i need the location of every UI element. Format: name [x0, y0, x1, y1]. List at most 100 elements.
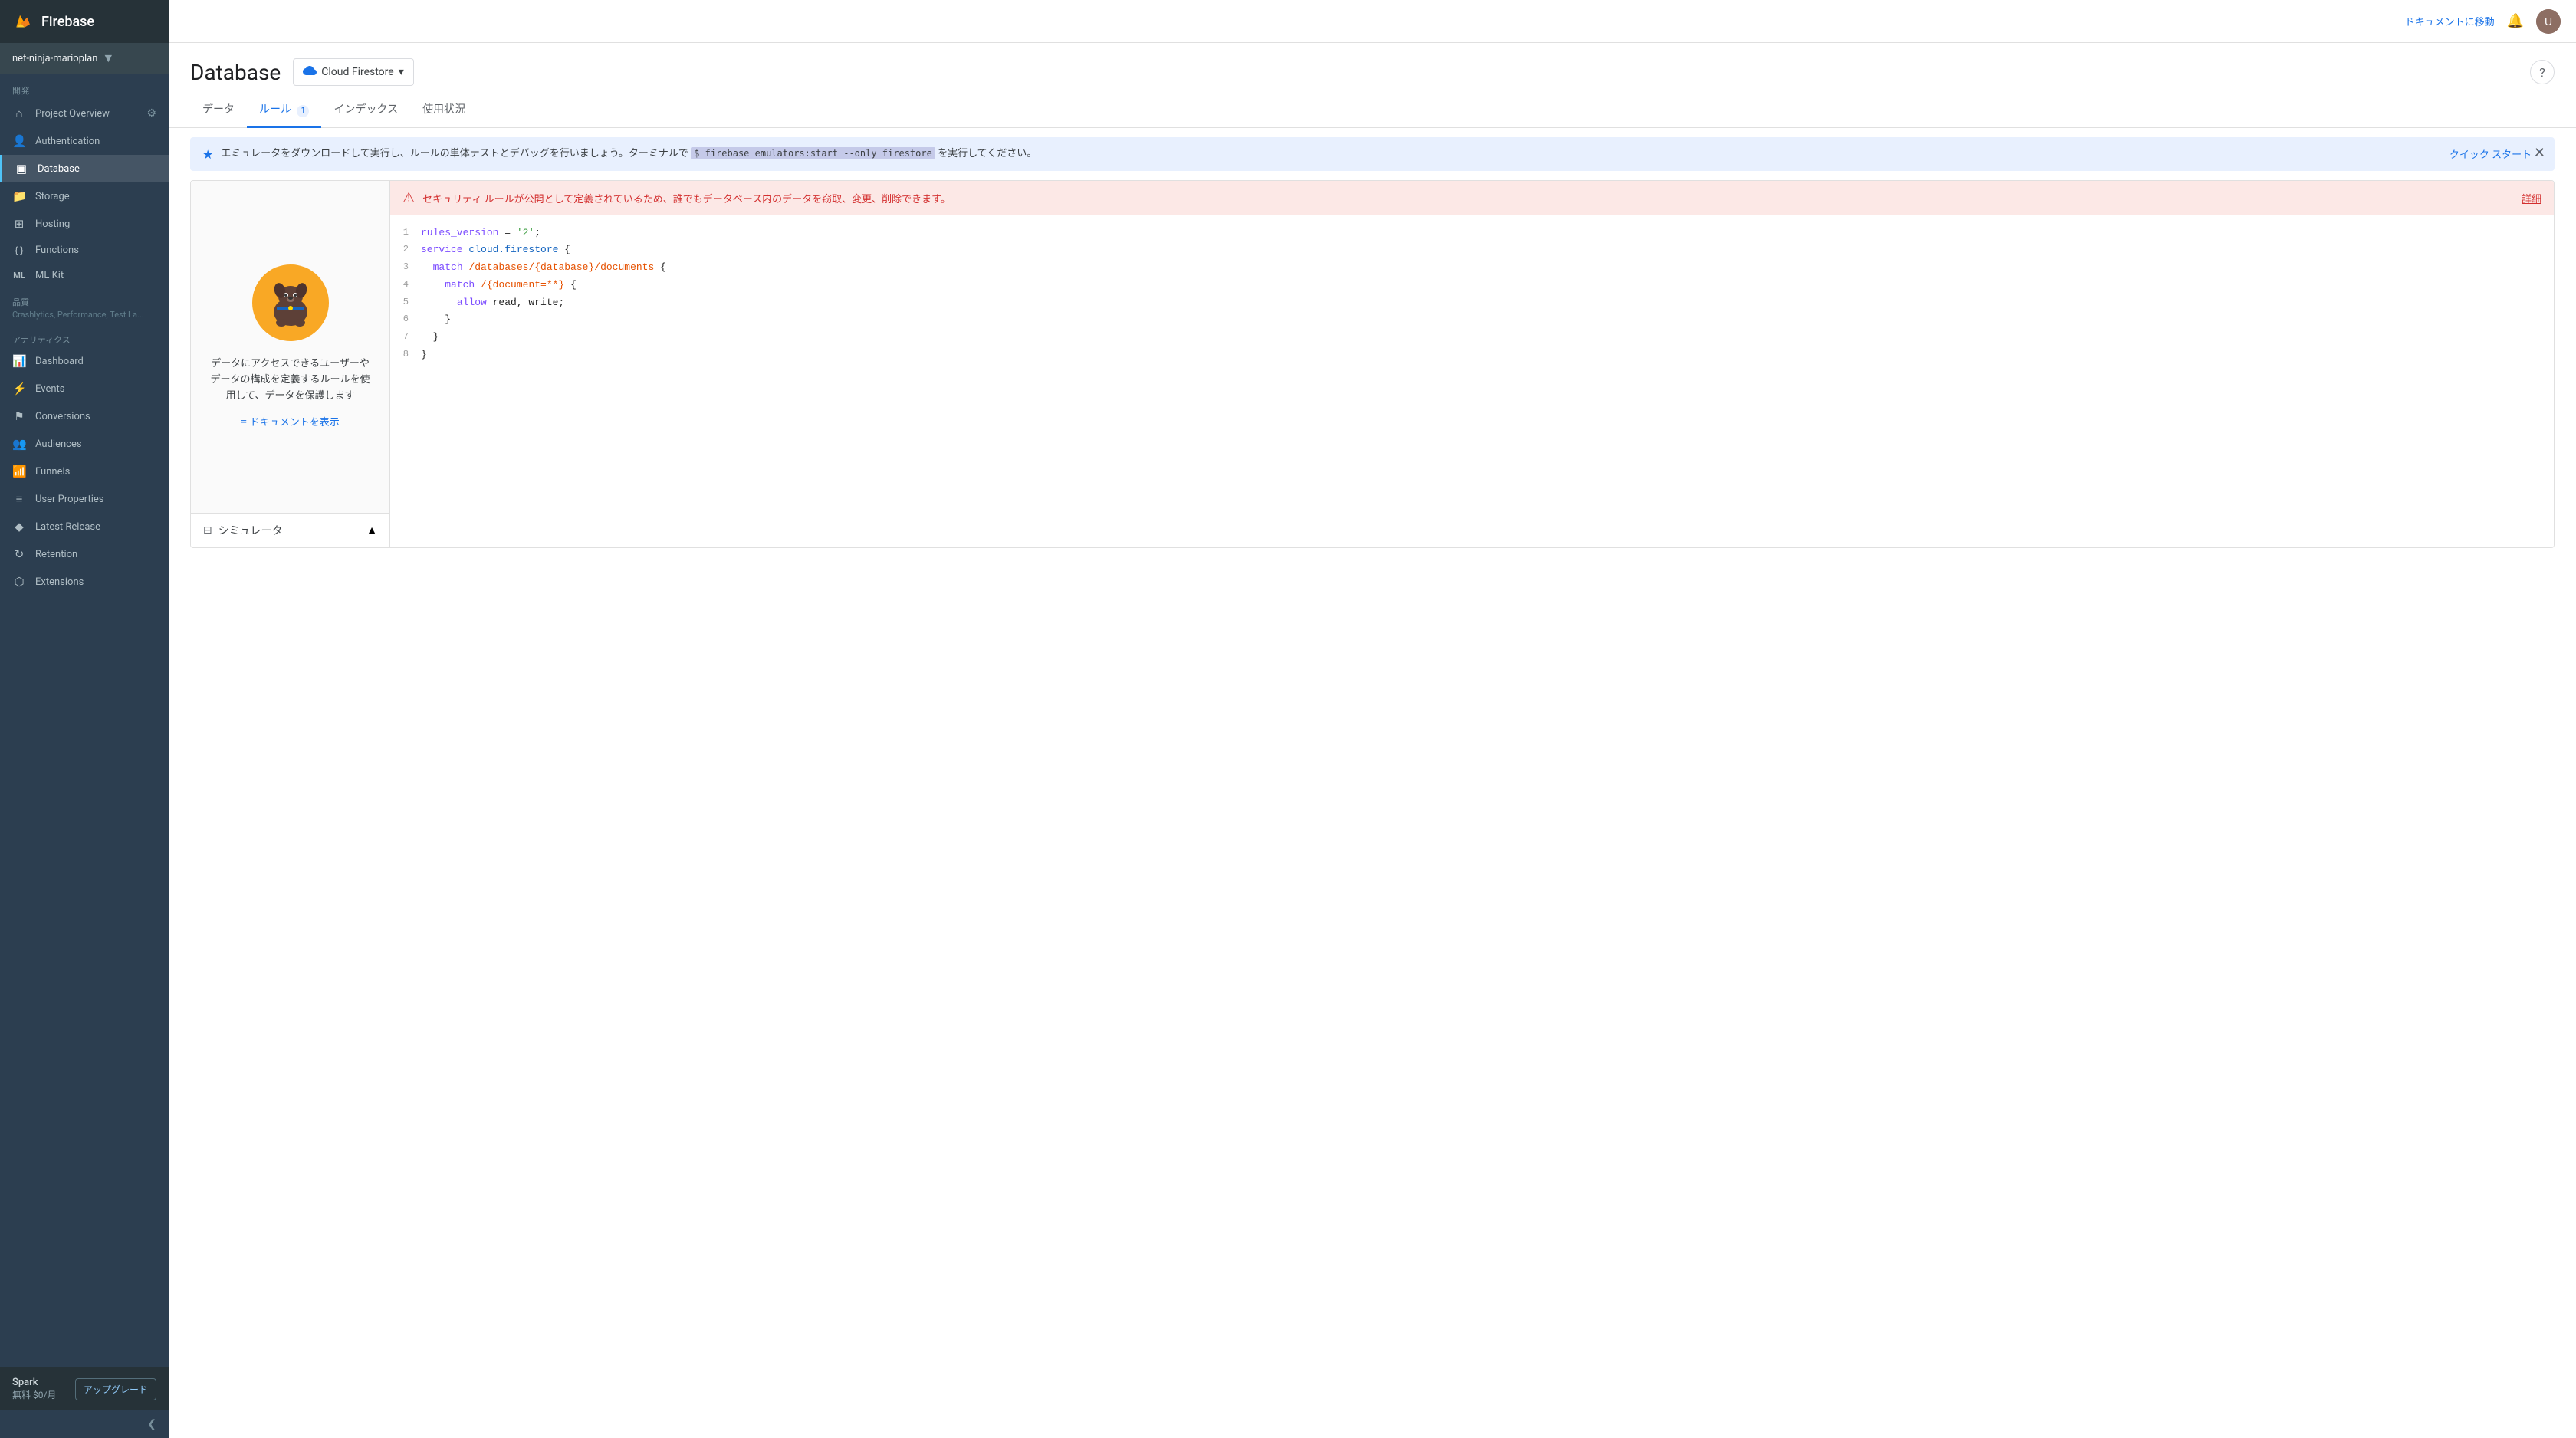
- latest-release-icon: ◆: [12, 520, 26, 534]
- simulator-panel[interactable]: ⊟ シミュレータ ▲: [191, 513, 389, 547]
- ml-icon: ML: [12, 271, 26, 281]
- sidebar-item-label: Retention: [35, 549, 77, 560]
- tab-indexes[interactable]: インデックス: [321, 92, 410, 128]
- sidebar-item-retention[interactable]: ↻ Retention: [0, 540, 169, 568]
- line-num-1: 1: [390, 225, 421, 240]
- code-line-7: 7 }: [390, 329, 2554, 346]
- user-properties-icon: ≡: [12, 492, 26, 506]
- simulator-text: シミュレータ: [219, 523, 283, 538]
- cloud-icon: [303, 64, 317, 80]
- firebase-logo-icon: [12, 11, 34, 32]
- sidebar-item-label: Dashboard: [35, 356, 84, 367]
- info-banner: ★ エミュレータをダウンロードして実行し、ルールの単体テストとデバッグを行いまし…: [190, 137, 2555, 171]
- storage-icon: 📁: [12, 189, 26, 203]
- main-content: ドキュメントに移動 🔔 Database Cloud Firestore ▾ ?: [169, 0, 2576, 1438]
- sidebar-item-ml-kit[interactable]: ML ML Kit: [0, 263, 169, 288]
- authentication-icon: 👤: [12, 134, 26, 148]
- code-line-4: 4 match /{document=**} {: [390, 277, 2554, 294]
- sidebar-item-functions[interactable]: {} Functions: [0, 238, 169, 263]
- plan-price: 無料 $0/月: [12, 1388, 56, 1401]
- line-content-7: }: [421, 330, 439, 346]
- tab-data[interactable]: データ: [190, 92, 247, 128]
- warning-icon: ⚠: [402, 190, 415, 206]
- line-content-5: allow read, write;: [421, 295, 564, 311]
- line-content-2: service cloud.firestore {: [421, 242, 570, 258]
- dev-section-label: 開発: [0, 74, 169, 100]
- detail-link[interactable]: 詳細: [2522, 191, 2542, 205]
- simulator-label: ⊟ シミュレータ: [203, 523, 282, 538]
- sidebar-item-events[interactable]: ⚡ Events: [0, 375, 169, 402]
- sidebar-item-label: Funnels: [35, 466, 70, 478]
- sidebar-item-user-properties[interactable]: ≡ User Properties: [0, 485, 169, 513]
- tab-rules-label: ルール: [259, 103, 291, 116]
- help-icon[interactable]: ?: [2530, 60, 2555, 84]
- project-selector[interactable]: net-ninja-marioplan ▼: [0, 43, 169, 74]
- database-icon: ▣: [15, 162, 28, 176]
- rules-explanation: データにアクセスできるユーザーやデータの構成を定義するルールを使用して、データを…: [191, 181, 389, 513]
- project-chevron-icon: ▼: [102, 51, 114, 66]
- sidebar-item-extensions[interactable]: ⬡ Extensions: [0, 568, 169, 596]
- sidebar-item-label: Functions: [35, 245, 79, 256]
- content-area: Database Cloud Firestore ▾ ? データ ルール 1: [169, 43, 2576, 1438]
- banner-close-button[interactable]: ✕: [2534, 145, 2545, 161]
- collapse-icon: ❮: [147, 1418, 156, 1430]
- sidebar-item-database[interactable]: ▣ Database: [0, 155, 169, 182]
- db-selector[interactable]: Cloud Firestore ▾: [293, 58, 414, 86]
- sidebar-item-authentication[interactable]: 👤 Authentication: [0, 127, 169, 155]
- extensions-icon: ⬡: [12, 575, 26, 589]
- line-num-4: 4: [390, 277, 421, 292]
- sidebar-item-label: Audiences: [35, 438, 82, 450]
- line-num-6: 6: [390, 312, 421, 327]
- sidebar-item-label: Hosting: [35, 218, 70, 230]
- project-name: net-ninja-marioplan: [12, 53, 97, 64]
- sidebar-item-conversions[interactable]: ⚑ Conversions: [0, 402, 169, 430]
- sidebar-item-funnels[interactable]: 📶 Funnels: [0, 458, 169, 485]
- star-icon: ★: [202, 147, 213, 162]
- sidebar-item-audiences[interactable]: 👥 Audiences: [0, 430, 169, 458]
- dog-illustration: [252, 264, 329, 341]
- line-num-3: 3: [390, 260, 421, 274]
- dashboard-icon: 📊: [12, 354, 26, 368]
- sidebar-item-latest-release[interactable]: ◆ Latest Release: [0, 513, 169, 540]
- code-line-2: 2 service cloud.firestore {: [390, 241, 2554, 259]
- docs-link[interactable]: ドキュメントに移動: [2405, 14, 2495, 28]
- avatar[interactable]: [2536, 9, 2561, 34]
- upgrade-button[interactable]: アップグレード: [75, 1378, 156, 1400]
- rules-description: データにアクセスできるユーザーやデータの構成を定義するルールを使用して、データを…: [206, 356, 374, 404]
- line-content-1: rules_version = '2';: [421, 225, 540, 241]
- doc-link[interactable]: ≡ ドキュメントを表示: [241, 414, 340, 428]
- tab-indexes-label: インデックス: [334, 103, 398, 116]
- simulator-icon: ⊟: [203, 524, 212, 537]
- sidebar-item-storage[interactable]: 📁 Storage: [0, 182, 169, 210]
- quality-sub-label: Crashlytics, Performance, Test La...: [0, 308, 169, 326]
- app-name: Firebase: [41, 14, 94, 30]
- doc-link-label: ドキュメントを表示: [250, 414, 340, 428]
- line-num-8: 8: [390, 347, 421, 362]
- sidebar-item-label: Project Overview: [35, 108, 110, 120]
- hosting-icon: ⊞: [12, 217, 26, 231]
- plan-info: Spark 無料 $0/月: [12, 1377, 56, 1401]
- sidebar-item-label: Authentication: [35, 136, 100, 147]
- sidebar-item-label: ML Kit: [35, 270, 64, 281]
- tab-usage[interactable]: 使用状況: [410, 92, 478, 128]
- retention-icon: ↻: [12, 547, 26, 561]
- code-line-5: 5 allow read, write;: [390, 294, 2554, 312]
- db-name: Cloud Firestore: [321, 66, 393, 78]
- security-warning: ⚠ セキュリティ ルールが公開として定義されているため、誰でもデータベース内のデ…: [390, 181, 2554, 215]
- code-editor[interactable]: 1 rules_version = '2'; 2 service cloud.f…: [390, 215, 2554, 547]
- sidebar-item-label: Conversions: [35, 411, 90, 422]
- sidebar-item-hosting[interactable]: ⊞ Hosting: [0, 210, 169, 238]
- settings-icon[interactable]: ⚙: [146, 107, 156, 120]
- notification-icon[interactable]: 🔔: [2507, 13, 2524, 29]
- tab-rules[interactable]: ルール 1: [247, 92, 321, 128]
- line-num-7: 7: [390, 330, 421, 344]
- quickstart-link[interactable]: クイック スタート ↗: [2450, 146, 2542, 161]
- tab-usage-label: 使用状況: [422, 103, 465, 116]
- page-title: Database: [190, 60, 281, 85]
- sidebar-bottom: Spark 無料 $0/月 アップグレード: [0, 1367, 169, 1410]
- sidebar-item-dashboard[interactable]: 📊 Dashboard: [0, 347, 169, 375]
- line-content-4: match /{document=**} {: [421, 277, 577, 294]
- sidebar-item-project-overview[interactable]: ⌂ Project Overview ⚙: [0, 100, 169, 127]
- sidebar-collapse-button[interactable]: ❮: [0, 1410, 169, 1438]
- funnels-icon: 📶: [12, 465, 26, 478]
